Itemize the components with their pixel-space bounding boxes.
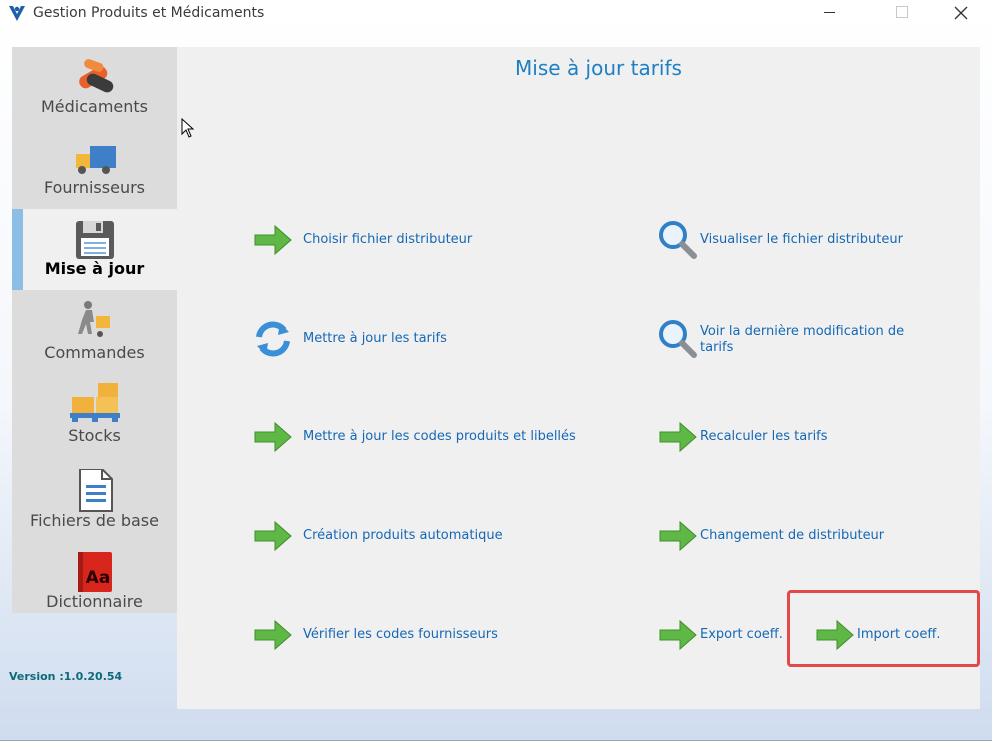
document-icon (79, 469, 113, 512)
sidebar-item-fichiers-de-base[interactable]: Fichiers de base (12, 461, 177, 542)
medicaments-icon (79, 59, 114, 93)
truck-icon (76, 146, 116, 174)
dictionary-book-icon: Aa (78, 552, 112, 592)
taskbar-strip (0, 741, 992, 751)
magnifier-icon (656, 317, 700, 361)
green-arrow-icon (254, 521, 292, 551)
delivery-person-icon (78, 301, 110, 337)
green-arrow-icon (659, 620, 697, 650)
title-bar[interactable]: Gestion Produits et Médicaments (0, 0, 992, 26)
sidebar-item-label: Fichiers de base (30, 511, 159, 530)
mouse-cursor-icon (181, 118, 195, 138)
close-button[interactable] (938, 0, 984, 26)
sidebar-item-label: Fournisseurs (43, 178, 145, 197)
action-label: Visualiser le fichier distributeur (700, 232, 903, 247)
magnifier-icon (656, 218, 700, 262)
sidebar-item-stocks[interactable]: Stocks (12, 371, 177, 461)
action-label: Export coeff. (700, 627, 783, 642)
sidebar: Médicaments Fournisseurs Mise à jour Com… (12, 47, 177, 613)
green-arrow-icon (659, 521, 697, 551)
sidebar-item-medicaments[interactable]: Médicaments (12, 47, 177, 128)
minimize-button[interactable] (806, 0, 852, 26)
sidebar-item-commandes[interactable]: Commandes (12, 290, 177, 371)
page-title: Mise à jour tarifs (515, 56, 682, 80)
action-label: Choisir fichier distributeur (303, 232, 473, 247)
sidebar-item-mise-a-jour[interactable]: Mise à jour (12, 209, 177, 290)
app-logo-icon (9, 6, 25, 21)
sidebar-item-fournisseurs[interactable]: Fournisseurs (12, 128, 177, 209)
app-window: Gestion Produits et Médicaments Médicame… (0, 0, 992, 741)
green-arrow-icon (659, 422, 697, 452)
maximize-button[interactable] (878, 0, 924, 26)
sidebar-item-label: Commandes (44, 343, 145, 362)
green-arrow-icon (254, 422, 292, 452)
floppy-disk-icon (76, 221, 114, 259)
sidebar-item-label: Mise à jour (44, 259, 145, 278)
version-label: Version :1.0.20.54 (9, 670, 123, 683)
green-arrow-icon (254, 620, 292, 650)
svg-text:Aa: Aa (86, 568, 111, 588)
sidebar-item-dictionnaire[interactable]: Aa Dictionnaire (12, 542, 177, 623)
action-label: Création produits automatique (303, 528, 503, 543)
refresh-icon (251, 317, 295, 361)
import-coeff-highlight-box (787, 590, 980, 667)
action-label: Mettre à jour les tarifs (303, 331, 447, 346)
action-label: Vérifier les codes fournisseurs (303, 627, 498, 642)
window-title: Gestion Produits et Médicaments (33, 5, 265, 21)
action-label: Voir la dernière modification de tarifs (700, 324, 905, 355)
close-icon (954, 6, 968, 20)
pallet-boxes-icon (70, 383, 120, 422)
action-label: Changement de distributeur (700, 528, 885, 543)
sidebar-item-label: Médicaments (40, 97, 149, 116)
green-arrow-icon (254, 225, 292, 255)
sidebar-item-label: Stocks (68, 426, 121, 445)
action-label: Recalculer les tarifs (700, 429, 828, 444)
action-label: Mettre à jour les codes produits et libe… (303, 429, 576, 444)
sidebar-item-label: Dictionnaire (46, 592, 143, 611)
